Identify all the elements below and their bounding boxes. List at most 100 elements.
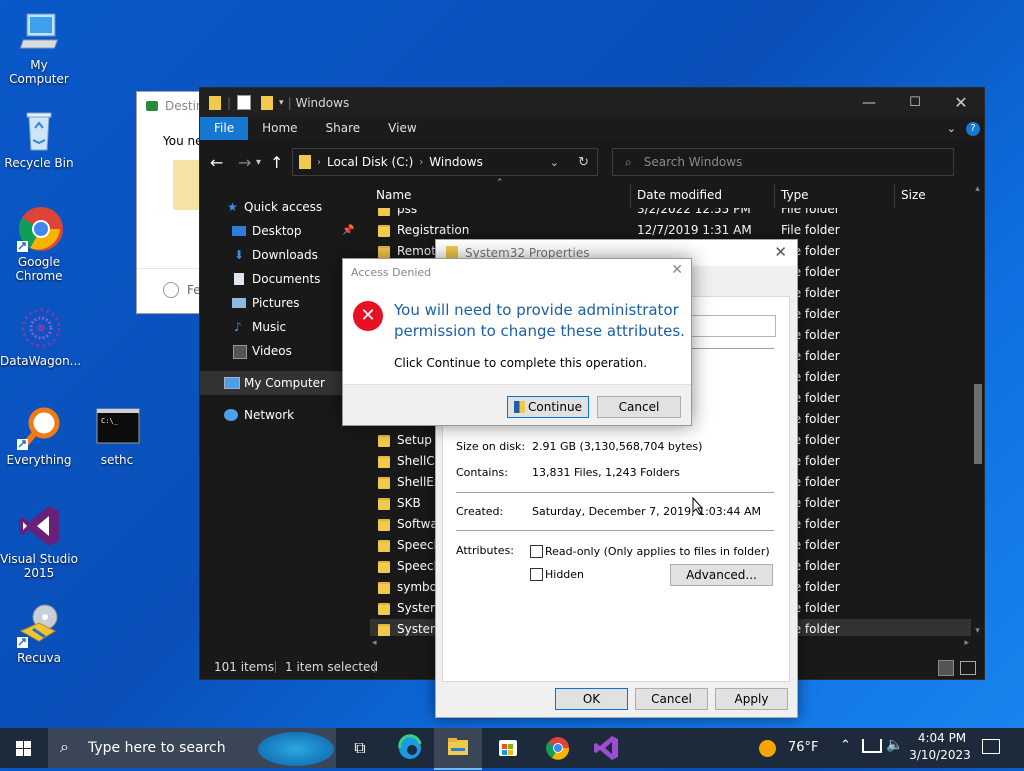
column-header-date[interactable]: Date modified [637,188,722,202]
desktop-icon-datawagon[interactable]: DataWagon... [0,304,81,368]
column-header-type[interactable]: Type [781,188,809,202]
large-icons-view-icon[interactable] [960,661,976,675]
show-hidden-icons-chevron-icon[interactable]: ⌃ [840,738,851,753]
up-arrow-icon[interactable]: ↑ [270,153,290,172]
advanced-button[interactable]: Advanced... [670,564,773,586]
access-denied-dialog[interactable]: Access Denied ✕ ✕ You will need to provi… [342,258,692,426]
desktop-icon-sethc[interactable]: C:\_ sethc [78,403,156,467]
visual-studio-taskbar-icon[interactable] [582,728,630,768]
apply-button[interactable]: Apply [715,688,788,710]
continue-button[interactable]: Continue [507,396,589,418]
customize-quick-access-icon[interactable]: ▾ [279,98,284,108]
scroll-right-arrow-icon[interactable]: ▸ [964,638,969,648]
pin-icon[interactable]: 📌 [342,219,354,243]
store-icon[interactable] [484,728,532,768]
close-button[interactable]: ✕ [938,93,984,112]
folder-icon [378,603,390,615]
taskbar: ⌕ Type here to search ⧉ 76°F ⌃ 🔈 4:04 PM… [0,728,1024,770]
file-type: File folder [781,223,840,237]
desktop-icon-visual-studio[interactable]: Visual Studio 2015 [0,502,78,580]
network-tray-icon[interactable] [862,739,882,753]
nav-desktop[interactable]: Desktop 📌 [200,219,358,243]
desktop-icon-google-chrome[interactable]: Google Chrome [0,205,78,283]
tray-clock-time[interactable]: 4:04 PM [912,731,972,745]
scroll-up-arrow-icon[interactable]: ▴ [971,184,984,194]
cancel-button[interactable]: Cancel [597,396,681,418]
minimize-button[interactable]: — [846,95,892,111]
column-header-name[interactable]: Name [376,188,411,202]
star-icon: ★ [227,200,238,214]
tab-view[interactable]: View [374,117,430,140]
tab-home[interactable]: Home [248,117,311,140]
folder-icon [299,155,311,169]
taskbar-search-box[interactable]: ⌕ Type here to search [48,728,336,768]
maximize-button[interactable]: ☐ [892,95,938,110]
separator: | [287,95,292,110]
desktop-icon-recuva[interactable]: Recuva [0,601,78,665]
folder-icon [378,582,390,594]
nav-music[interactable]: ♪ Music [200,315,358,339]
recuva-icon [15,601,63,649]
scrollbar-thumb[interactable] [974,384,982,464]
tab-share[interactable]: Share [312,117,375,140]
nav-documents[interactable]: Documents [200,267,358,291]
expand-ribbon-chevron-icon[interactable]: ⌄ [947,122,956,135]
nav-network[interactable]: Network [200,403,358,427]
search-box[interactable]: ⌕ Search Windows [612,148,954,176]
nav-my-computer[interactable]: My Computer [200,371,358,395]
scroll-left-arrow-icon[interactable]: ◂ [372,638,377,648]
properties-quick-icon[interactable] [237,95,252,110]
search-input[interactable]: Search Windows [644,155,743,169]
notification-center-icon[interactable] [982,739,1000,754]
file-row[interactable]: pss 3/2/2022 12:55 PM File folder [370,208,971,220]
forward-arrow-icon[interactable]: → [238,153,256,172]
file-explorer-taskbar-icon[interactable] [434,728,482,770]
taskbar-search-input[interactable]: Type here to search [88,740,226,756]
divider [374,661,375,673]
task-view-icon[interactable]: ⧉ [336,728,384,768]
desktop-icon-label: Everything [6,453,72,467]
vertical-scrollbar[interactable]: ▴ ▾ [971,184,984,636]
hidden-checkbox[interactable] [530,568,543,581]
desktop-icon-everything[interactable]: Everything [0,403,78,467]
volume-icon[interactable]: 🔈 [886,737,903,753]
readonly-checkbox[interactable] [530,545,543,558]
weather-sun-icon [759,740,776,757]
visual-studio-icon [15,502,63,550]
new-folder-quick-icon[interactable] [261,95,274,110]
nav-pictures[interactable]: Pictures [200,291,358,315]
videos-icon [233,345,247,359]
desktop-icon-recycle-bin[interactable]: Recycle Bin [0,106,78,170]
folder-name-field[interactable] [686,315,776,337]
nav-downloads[interactable]: ⬇ Downloads [200,243,358,267]
chevron-circle-icon[interactable] [163,282,179,298]
hidden-label: Hidden [545,568,585,581]
cancel-button[interactable]: Cancel [635,688,708,710]
refresh-icon[interactable]: ↻ [578,155,589,170]
tab-file[interactable]: File [200,117,249,140]
address-dropdown-chevron-icon[interactable]: ⌄ [550,156,559,169]
ok-button[interactable]: OK [555,688,628,710]
back-arrow-icon[interactable]: ← [210,153,230,172]
recent-locations-chevron-icon[interactable]: ▾ [256,157,270,168]
breadcrumb-windows[interactable]: Windows [429,155,483,169]
help-icon[interactable]: ? [966,121,980,136]
weather-widget[interactable]: 76°F [756,728,820,768]
file-row[interactable]: Registration 12/7/2019 1:31 AM File folder [370,220,971,241]
close-button[interactable]: ✕ [671,262,683,278]
close-button[interactable]: ✕ [774,243,787,261]
scroll-down-arrow-icon[interactable]: ▾ [971,626,984,636]
desktop-icon-my-computer[interactable]: My Computer [0,8,78,86]
address-bar[interactable]: › Local Disk (C:) › Windows ⌄ ↻ [292,148,598,176]
nav-videos[interactable]: Videos [200,339,358,363]
nav-quick-access[interactable]: ★ Quick access [200,195,358,219]
column-header-size[interactable]: Size [901,188,926,202]
edge-icon[interactable] [386,728,434,768]
chrome-taskbar-icon[interactable] [534,728,582,768]
start-button[interactable] [0,728,48,768]
explorer-title-bar[interactable]: | ▾ | Windows — ☐ ✕ [200,88,984,117]
breadcrumb-local-disk[interactable]: Local Disk (C:) [327,155,413,169]
details-view-icon[interactable] [938,660,954,676]
tray-clock-date[interactable]: 3/10/2023 [908,748,972,762]
file-type: File folder [781,208,840,216]
